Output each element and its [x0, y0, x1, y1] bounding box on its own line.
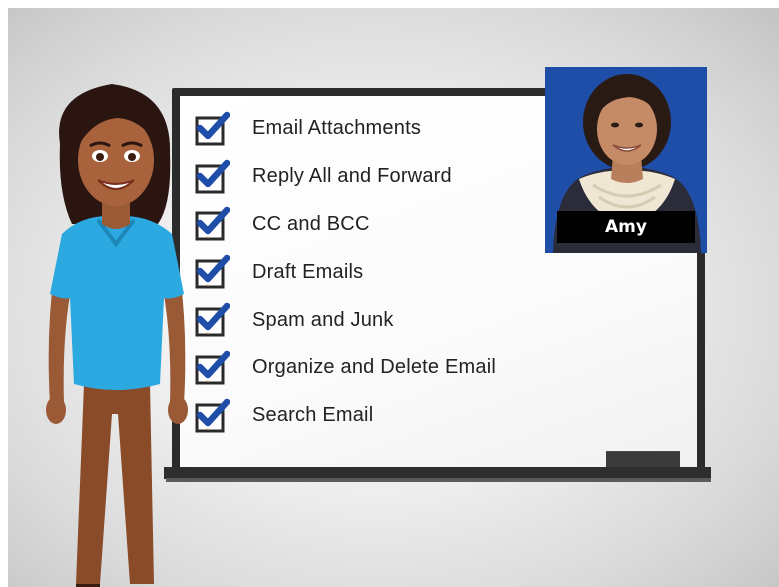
checklist-item: Organize and Delete Email: [194, 344, 496, 392]
checklist-item-label: Email Attachments: [252, 117, 422, 140]
webcam-name-tag: Amy: [557, 211, 695, 243]
checklist-item-label: Reply All and Forward: [252, 165, 452, 188]
checklist-item: Draft Emails: [194, 248, 496, 296]
presenter-illustration: [46, 84, 188, 587]
checklist-item-label: Search Email: [252, 404, 374, 427]
checklist-item: CC and BCC: [194, 201, 496, 249]
checklist-item-label: CC and BCC: [252, 212, 370, 235]
checklist-item-label: Spam and Junk: [252, 308, 394, 331]
whiteboard-tray-shadow: [166, 478, 711, 482]
checklist-item: Reply All and Forward: [194, 153, 496, 201]
checklist-item-label: Organize and Delete Email: [252, 356, 497, 379]
checklist-item-label: Draft Emails: [252, 260, 364, 283]
topic-checklist: Email Attachments Reply All and Forward …: [194, 105, 496, 440]
webcam-video: Amy: [545, 67, 707, 253]
checklist-item: Search Email: [194, 392, 496, 440]
checklist-item: Email Attachments: [194, 105, 496, 153]
checklist-item: Spam and Junk: [194, 296, 496, 344]
lesson-slide: Email Attachments Reply All and Forward …: [8, 8, 779, 587]
